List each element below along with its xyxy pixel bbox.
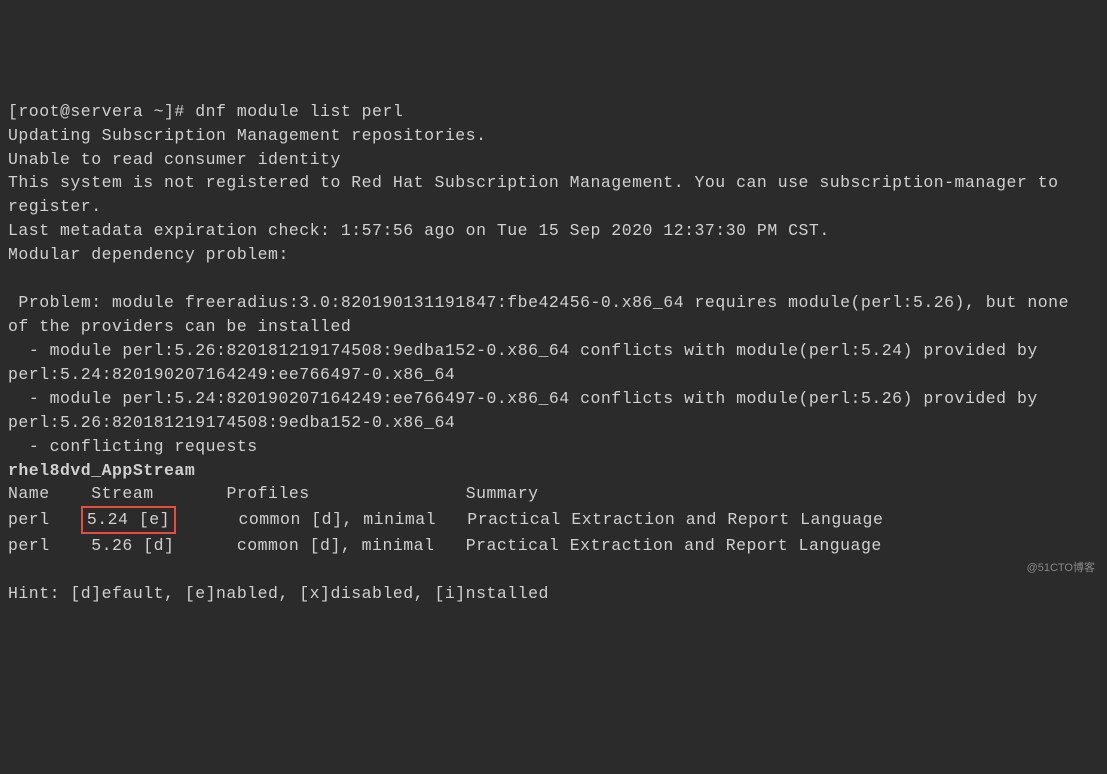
- header-name: Name: [8, 484, 91, 503]
- repo-name: rhel8dvd_AppStream: [8, 461, 195, 480]
- cell-summary: Practical Extraction and Report Language: [467, 510, 883, 529]
- table-row: perl 5.24 [e] common [d], minimal Practi…: [8, 510, 883, 529]
- hint-line: Hint: [d]efault, [e]nabled, [x]disabled,…: [8, 584, 549, 603]
- msg-unable-read: Unable to read consumer identity: [8, 150, 341, 169]
- msg-not-registered: This system is not registered to Red Hat…: [8, 173, 1069, 216]
- cell-profiles: common [d], minimal: [226, 536, 465, 555]
- command-text: dnf module list perl: [195, 102, 403, 121]
- msg-metadata: Last metadata expiration check: 1:57:56 …: [8, 221, 830, 240]
- table-row: perl 5.26 [d] common [d], minimal Practi…: [8, 536, 882, 555]
- msg-modular-problem: Modular dependency problem:: [8, 245, 289, 264]
- msg-problem: Problem: module freeradius:3.0:820190131…: [8, 293, 1079, 336]
- msg-conflict1: - module perl:5.26:820181219174508:9edba…: [8, 341, 1048, 384]
- watermark: @51CTO博客: [1027, 561, 1095, 577]
- msg-conflict2: - module perl:5.24:820190207164249:ee766…: [8, 389, 1048, 432]
- highlighted-stream: 5.24 [e]: [81, 506, 176, 534]
- prompt-line[interactable]: [root@servera ~]# dnf module list perl: [8, 102, 403, 121]
- cell-profiles: common [d], minimal: [228, 510, 467, 529]
- header-stream: Stream: [91, 484, 226, 503]
- header-profiles: Profiles: [226, 484, 465, 503]
- header-summary: Summary: [466, 484, 539, 503]
- cell-summary: Practical Extraction and Report Language: [466, 536, 882, 555]
- cell-name: perl: [8, 536, 81, 555]
- prompt-user-host: [root@servera ~]#: [8, 102, 195, 121]
- table-header-row: Name Stream Profiles Summary: [8, 484, 539, 503]
- msg-conflicting-requests: - conflicting requests: [8, 437, 258, 456]
- terminal-output: [root@servera ~]# dnf module list perl U…: [8, 100, 1099, 606]
- cell-stream: 5.26 [d]: [81, 536, 227, 555]
- msg-updating: Updating Subscription Management reposit…: [8, 126, 486, 145]
- cell-name: perl: [8, 510, 81, 529]
